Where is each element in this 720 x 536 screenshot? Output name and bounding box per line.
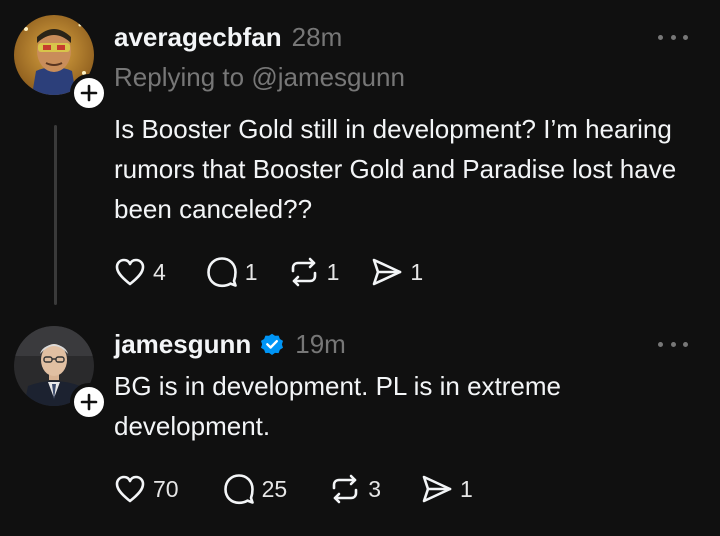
- reply-handle-link[interactable]: @jamesgunn: [251, 62, 405, 92]
- more-dot: [670, 341, 676, 347]
- plus-icon: [80, 393, 98, 411]
- share-button[interactable]: 1: [371, 257, 423, 287]
- reply-prefix: Replying to: [114, 62, 252, 92]
- repost-arrows-icon: [332, 474, 358, 504]
- post-header: averagecbfan 28m: [114, 17, 342, 57]
- comment-button[interactable]: 1: [206, 256, 258, 288]
- share-count: 1: [459, 475, 473, 502]
- heart-icon: [115, 475, 145, 503]
- username[interactable]: jamesgunn: [114, 329, 251, 360]
- comment-count: 25: [261, 475, 288, 502]
- timestamp: 19m: [295, 328, 346, 359]
- repost-button[interactable]: 3: [329, 473, 381, 505]
- post-text: BG is in development. PL is in extreme d…: [114, 371, 562, 441]
- like-button[interactable]: 4: [114, 257, 166, 287]
- action-bar: 70 25 3 1: [114, 472, 473, 506]
- send-paper-plane-icon: [422, 475, 452, 503]
- plus-icon: [80, 84, 98, 102]
- timestamp: 28m: [291, 21, 343, 52]
- more-options-button[interactable]: [658, 334, 688, 354]
- repost-arrows-icon: [291, 257, 316, 287]
- username[interactable]: averagecbfan: [114, 22, 282, 53]
- more-dot: [658, 341, 663, 347]
- replying-to-label: Replying to @jamesgunn: [114, 62, 405, 93]
- send-paper-plane-icon: [373, 258, 402, 286]
- more-dot: [670, 34, 676, 40]
- more-dot: [683, 34, 688, 40]
- share-button[interactable]: 1: [421, 474, 473, 504]
- like-count: 4: [153, 258, 166, 285]
- like-count: 70: [153, 475, 179, 502]
- follow-button-jamesgunn[interactable]: [70, 383, 108, 421]
- share-count: 1: [410, 258, 424, 285]
- repost-count: 3: [368, 475, 381, 502]
- comment-bubble-icon: [206, 257, 237, 288]
- more-dot: [683, 341, 688, 347]
- more-options-button[interactable]: [658, 27, 688, 47]
- follow-button-averagecbfan[interactable]: [70, 74, 108, 112]
- heart-icon: [115, 258, 145, 286]
- repost-count: 1: [326, 258, 340, 285]
- post-header: jamesgunn 19m: [114, 324, 346, 364]
- like-button[interactable]: 70: [114, 474, 179, 504]
- post-jamesgunn: jamesgunn 19m BG is in development. PL i…: [0, 310, 720, 536]
- comment-bubble-icon: [223, 474, 254, 505]
- more-dot: [658, 34, 663, 40]
- post-averagecbfan: averagecbfan 28m Replying to @jamesgunn …: [0, 0, 720, 310]
- thread-line: [54, 125, 57, 305]
- post-text: Is Booster Gold still in development? I’…: [114, 114, 677, 224]
- verified-badge-icon: [259, 331, 285, 357]
- action-bar: 4 1 1 1: [114, 255, 423, 289]
- comment-count: 1: [244, 258, 258, 285]
- comment-button[interactable]: 25: [223, 473, 288, 505]
- repost-button[interactable]: 1: [288, 256, 340, 288]
